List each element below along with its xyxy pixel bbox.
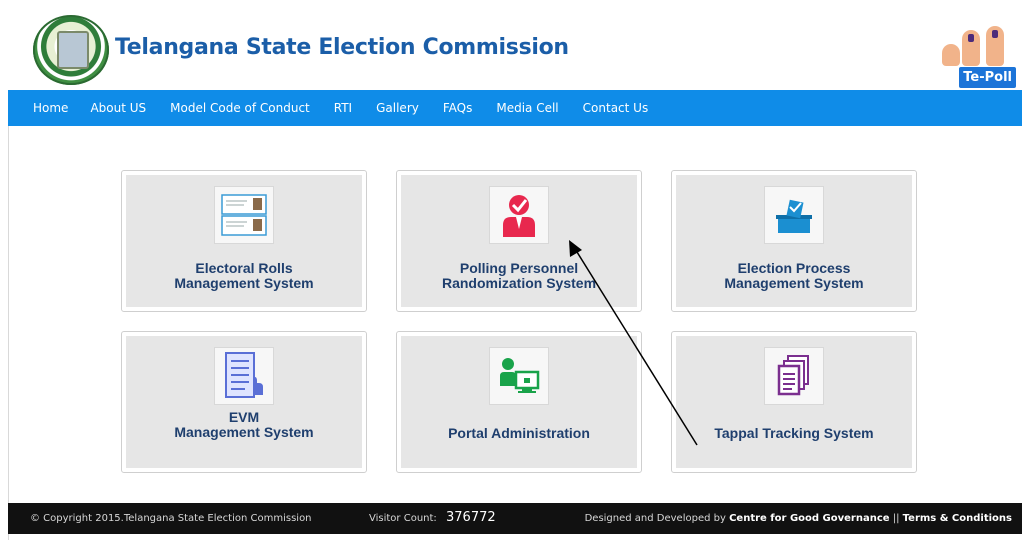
visitor-count-label: Visitor Count:: [369, 513, 437, 524]
evm-checklist-icon: [214, 347, 274, 405]
tile-electoral-rolls[interactable]: Electoral Rolls Management System: [121, 170, 367, 312]
tile-label: Portal Administration: [448, 425, 590, 441]
site-footer: © Copyright 2015.Telangana State Electio…: [8, 503, 1022, 534]
tile-label: Election Process Management System: [724, 260, 864, 291]
nav-media-cell[interactable]: Media Cell: [496, 101, 558, 115]
main-navigation: Home About US Model Code of Conduct RTI …: [8, 90, 1022, 126]
documents-stack-icon: [764, 347, 824, 405]
site-header: Telangana State Election Commission Te-P…: [0, 0, 1022, 90]
admin-monitor-icon: [489, 347, 549, 405]
nav-contact-us[interactable]: Contact Us: [583, 101, 649, 115]
tile-label: EVM Management System: [174, 409, 314, 440]
nav-rti[interactable]: RTI: [334, 101, 352, 115]
tile-evm-management[interactable]: EVM Management System: [121, 331, 367, 473]
copyright-text: © Copyright 2015.Telangana State Electio…: [30, 513, 312, 524]
personnel-check-icon: [489, 186, 549, 244]
nav-about-us[interactable]: About US: [90, 101, 146, 115]
visitor-count-value: 376772: [446, 510, 496, 525]
te-poll-logo[interactable]: Te-Poll: [940, 8, 1016, 88]
tile-polling-personnel[interactable]: Polling Personnel Randomization System: [396, 170, 642, 312]
tile-label: Polling Personnel Randomization System: [441, 260, 597, 291]
te-poll-badge: Te-Poll: [959, 67, 1016, 88]
nav-model-code-of-conduct[interactable]: Model Code of Conduct: [170, 101, 310, 115]
footer-credit: Designed and Developed by Centre for Goo…: [584, 513, 1012, 524]
tile-election-process[interactable]: Election Process Management System: [671, 170, 917, 312]
tile-portal-administration[interactable]: Portal Administration: [396, 331, 642, 473]
voter-id-cards-icon: [214, 186, 274, 244]
tile-label: Electoral Rolls Management System: [174, 260, 314, 291]
nav-gallery[interactable]: Gallery: [376, 101, 419, 115]
tile-label: Tappal Tracking System: [714, 425, 874, 441]
tile-tappal-tracking[interactable]: Tappal Tracking System: [671, 331, 917, 473]
cgg-link[interactable]: Centre for Good Governance: [729, 513, 889, 524]
nav-faqs[interactable]: FAQs: [443, 101, 473, 115]
state-emblem-logo[interactable]: [33, 15, 109, 85]
terms-link[interactable]: Terms & Conditions: [903, 513, 1012, 524]
site-title[interactable]: Telangana State Election Commission: [115, 35, 569, 60]
nav-home[interactable]: Home: [33, 101, 68, 115]
ballot-box-icon: [764, 186, 824, 244]
